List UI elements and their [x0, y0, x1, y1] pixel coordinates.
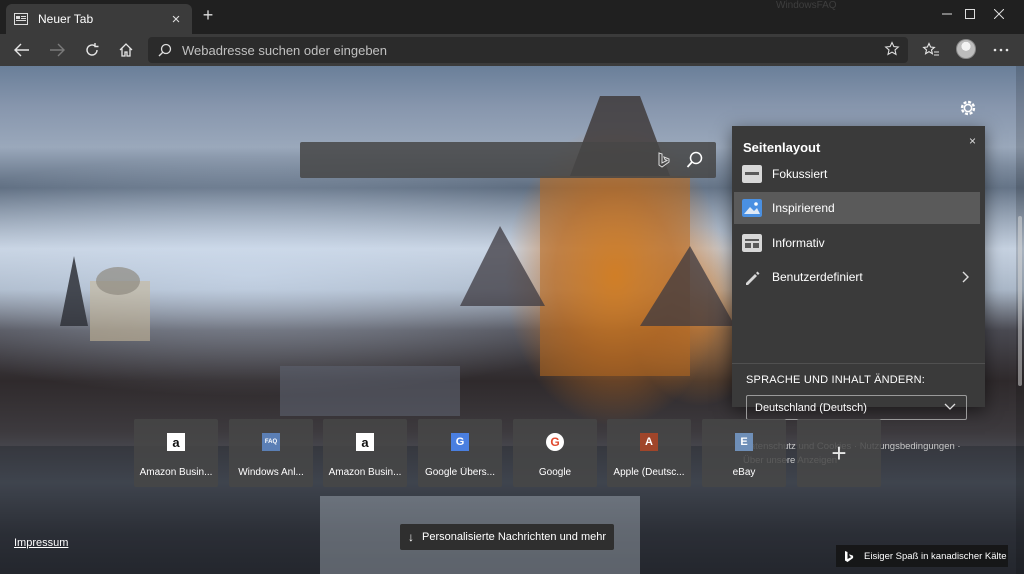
chevron-right-icon	[962, 271, 969, 283]
news-button-label: Personalisierte Nachrichten und mehr	[422, 531, 607, 543]
bing-logo-icon	[845, 550, 854, 562]
forward-arrow-icon	[50, 43, 65, 57]
layout-option-label: Benutzerdefiniert	[772, 270, 863, 284]
back-button[interactable]	[9, 38, 35, 62]
arrow-down-icon: ↓	[408, 530, 414, 544]
quick-link-label: eBay	[732, 467, 756, 478]
address-bar[interactable]	[148, 37, 908, 63]
informational-layout-icon	[742, 234, 762, 252]
page-layout-flyout: Seitenlayout × Fokussiert Inspirierend I…	[732, 126, 985, 466]
quick-link-label: Amazon Busin...	[139, 467, 213, 478]
quick-link-tile[interactable]: G Google Übers...	[418, 419, 502, 487]
watermark: WindowsFAQ	[776, 0, 837, 11]
amazon-icon: a	[167, 433, 185, 451]
custom-layout-icon	[746, 271, 760, 285]
search-icon[interactable]	[686, 151, 704, 169]
layout-option-focused[interactable]: Fokussiert	[734, 158, 980, 190]
quick-link-tile[interactable]: a Amazon Busin...	[134, 419, 218, 487]
layout-option-label: Inspirierend	[772, 201, 835, 215]
language-select[interactable]: Deutschland (Deutsch)	[746, 395, 967, 420]
flyout-divider	[732, 363, 985, 364]
image-credit[interactable]: Eisiger Spaß in kanadischer Kälte	[836, 545, 1008, 567]
search-icon	[158, 43, 172, 57]
new-tab-button[interactable]: +	[198, 6, 218, 26]
close-flyout-icon[interactable]: ×	[969, 134, 976, 148]
favorites-button[interactable]	[918, 38, 944, 62]
quick-link-label: Windows Anl...	[238, 467, 304, 478]
close-icon	[994, 9, 1004, 19]
layout-option-informational[interactable]: Informativ	[734, 227, 980, 259]
settings-menu-button[interactable]	[988, 38, 1014, 62]
personalized-news-button[interactable]: ↓ Personalisierte Nachrichten und mehr	[400, 524, 614, 550]
layout-option-custom[interactable]: Benutzerdefiniert	[734, 261, 980, 293]
favorites-list-icon	[922, 42, 939, 56]
home-button[interactable]	[113, 38, 139, 62]
web-search-box[interactable]	[300, 142, 716, 178]
more-dots-icon	[993, 48, 1009, 52]
back-arrow-icon	[14, 43, 29, 57]
quick-link-tile[interactable]: FAQ Windows Anl...	[229, 419, 313, 487]
language-heading: SPRACHE UND INHALT ÄNDERN:	[746, 374, 925, 386]
add-quick-link-button[interactable]: +	[797, 419, 881, 487]
ebay-letter-icon: E	[735, 433, 753, 451]
close-window-button[interactable]	[976, 0, 1022, 28]
navigation-toolbar	[0, 34, 1024, 66]
quick-link-label: Google Übers...	[424, 467, 496, 478]
inspirational-layout-icon	[742, 199, 762, 217]
language-select-value: Deutschland (Deutsch)	[755, 401, 867, 414]
scrollbar-thumb[interactable]	[1018, 216, 1022, 386]
apple-letter-icon: A	[640, 433, 658, 451]
chevron-down-icon	[944, 403, 956, 410]
flyout-title: Seitenlayout	[743, 140, 821, 155]
quick-link-tile[interactable]: G Google	[513, 419, 597, 487]
bing-logo-icon	[658, 152, 670, 168]
add-favorite-star-icon[interactable]	[884, 41, 900, 57]
refresh-button[interactable]	[79, 38, 105, 62]
page-scrollbar[interactable]	[1016, 66, 1024, 574]
image-credit-text: Eisiger Spaß in kanadischer Kälte	[864, 550, 1007, 562]
focused-layout-icon	[742, 165, 762, 183]
google-translate-icon: G	[451, 433, 469, 451]
home-icon	[119, 43, 133, 57]
quick-link-tile[interactable]: E eBay	[702, 419, 786, 487]
title-bar: Neuer Tab × + WindowsFAQ	[0, 0, 1024, 34]
new-tab-page: Seitenlayout × Fokussiert Inspirierend I…	[0, 66, 1024, 574]
forward-button[interactable]	[44, 38, 70, 62]
close-tab-icon[interactable]: ×	[168, 11, 184, 28]
layout-option-label: Fokussiert	[772, 167, 828, 181]
new-tab-page-icon	[14, 13, 28, 25]
plus-icon: +	[831, 437, 847, 468]
google-icon: G	[546, 433, 564, 451]
quick-link-label: Google	[538, 467, 572, 478]
quick-link-label: Apple (Deutsc...	[613, 467, 685, 478]
quick-link-label: Amazon Busin...	[328, 467, 402, 478]
layout-option-label: Informativ	[772, 236, 825, 250]
layout-option-inspirational[interactable]: Inspirierend	[734, 192, 980, 224]
page-settings-gear-icon[interactable]	[958, 98, 978, 118]
address-input[interactable]	[182, 42, 862, 58]
quick-link-tile[interactable]: A Apple (Deutsc...	[607, 419, 691, 487]
tab-new-tab[interactable]: Neuer Tab ×	[6, 4, 192, 34]
quick-link-tile[interactable]: a Amazon Busin...	[323, 419, 407, 487]
refresh-icon	[86, 43, 99, 56]
impressum-link[interactable]: Impressum	[14, 537, 68, 549]
profile-avatar[interactable]	[956, 39, 976, 59]
windowsfaq-icon: FAQ	[262, 433, 280, 451]
tab-title: Neuer Tab	[38, 12, 94, 26]
maximize-icon	[965, 9, 975, 19]
amazon-icon: a	[356, 433, 374, 451]
